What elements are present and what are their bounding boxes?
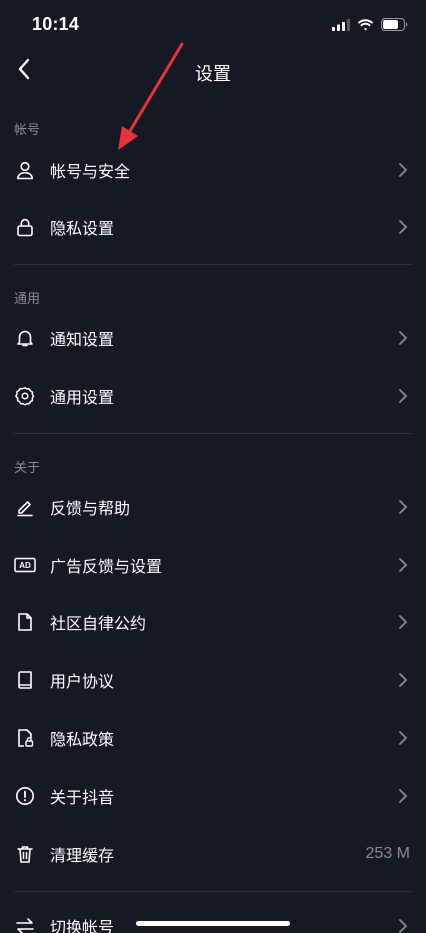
row-label: 通用设置 <box>50 388 115 407</box>
chevron-right-icon <box>398 730 408 746</box>
wifi-icon <box>357 16 374 35</box>
status-time: 10:14 <box>32 14 80 34</box>
ad-icon: AD <box>14 554 36 576</box>
row-label: 隐私政策 <box>50 730 115 749</box>
signal-icon <box>332 16 350 35</box>
row-community-guidelines[interactable]: 社区自律公约 <box>0 594 426 650</box>
row-user-agreement[interactable]: 用户协议 <box>0 652 426 708</box>
row-label: 广告反馈与设置 <box>50 557 163 576</box>
row-switch-account[interactable]: 切换帐号 <box>0 898 426 933</box>
gear-icon <box>14 385 36 407</box>
page-title: 设置 <box>195 64 231 85</box>
row-label: 社区自律公约 <box>50 614 147 633</box>
status-icons <box>332 16 408 35</box>
section-divider <box>14 891 412 892</box>
bell-icon <box>14 327 36 349</box>
row-ad-feedback[interactable]: AD 广告反馈与设置 <box>0 537 426 593</box>
row-feedback-help[interactable]: 反馈与帮助 <box>0 479 426 535</box>
svg-text:AD: AD <box>19 561 31 570</box>
chevron-right-icon <box>398 788 408 804</box>
row-label: 用户协议 <box>50 672 115 691</box>
row-label: 关于抖音 <box>50 788 115 807</box>
row-label: 清理缓存 <box>50 846 115 865</box>
section-divider <box>14 264 412 265</box>
trash-icon <box>14 843 36 865</box>
document-lock-icon <box>14 727 36 749</box>
section-divider <box>14 433 412 434</box>
section-header-general: 通用 <box>14 292 41 307</box>
row-account-security[interactable]: 帐号与安全 <box>0 142 426 198</box>
info-icon <box>14 785 36 807</box>
row-label: 切换帐号 <box>50 918 115 933</box>
row-label: 通知设置 <box>50 330 115 349</box>
row-label: 帐号与安全 <box>50 162 131 181</box>
row-about-douyin[interactable]: 关于抖音 <box>0 768 426 824</box>
row-privacy-policy[interactable]: 隐私政策 <box>0 710 426 766</box>
row-label: 反馈与帮助 <box>50 499 131 518</box>
user-icon <box>14 159 36 181</box>
lock-icon <box>14 216 36 238</box>
switch-icon <box>14 915 36 933</box>
chevron-right-icon <box>398 330 408 346</box>
chevron-right-icon <box>398 918 408 933</box>
chevron-right-icon <box>398 388 408 404</box>
pencil-icon <box>14 496 36 518</box>
battery-icon <box>381 16 408 35</box>
chevron-right-icon <box>398 614 408 630</box>
row-notification-settings[interactable]: 通知设置 <box>0 310 426 366</box>
chevron-right-icon <box>398 162 408 178</box>
chevron-right-icon <box>398 672 408 688</box>
row-general-settings[interactable]: 通用设置 <box>0 368 426 424</box>
row-label: 隐私设置 <box>50 219 115 238</box>
chevron-right-icon <box>398 557 408 573</box>
status-bar: 10:14 <box>0 0 426 50</box>
row-privacy-settings[interactable]: 隐私设置 <box>0 199 426 255</box>
chevron-right-icon <box>398 499 408 515</box>
cache-size: 253 M <box>365 845 410 862</box>
home-indicator[interactable] <box>136 921 290 926</box>
nav-bar: 设置 <box>0 50 426 94</box>
document-icon <box>14 611 36 633</box>
book-icon <box>14 669 36 691</box>
row-clear-cache[interactable]: 清理缓存 253 M <box>0 826 426 882</box>
section-header-account: 帐号 <box>14 123 41 138</box>
section-header-about: 关于 <box>14 461 41 476</box>
chevron-right-icon <box>398 219 408 235</box>
